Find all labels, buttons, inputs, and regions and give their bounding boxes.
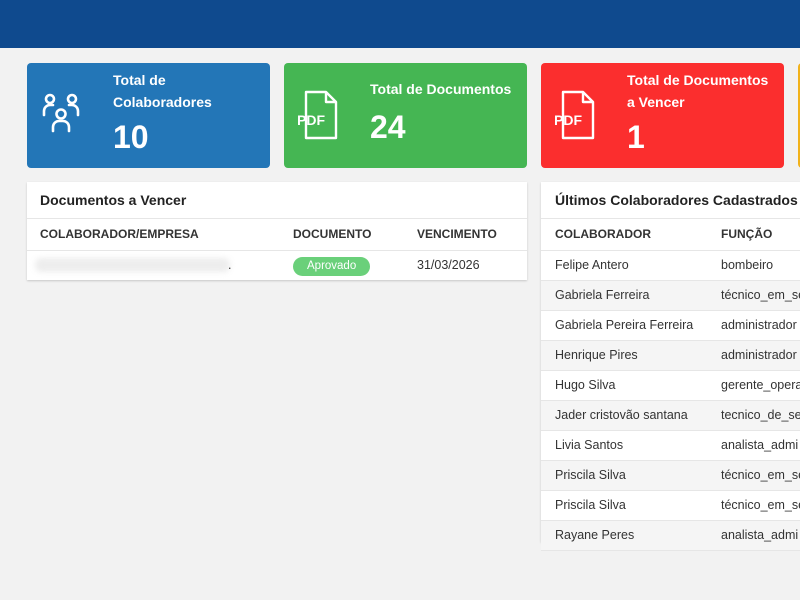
vencimento-cell: 31/03/2026 <box>417 258 480 272</box>
card-title: Total de Colaboradores <box>113 72 212 110</box>
table-row[interactable]: Livia Santos analista_admi <box>541 431 800 461</box>
funcao-cell: técnico_em_se <box>721 288 800 302</box>
colaborador-cell: Henrique Pires <box>555 348 638 362</box>
funcao-cell: analista_admi <box>721 438 799 452</box>
colaborador-cell: Felipe Antero <box>555 258 629 272</box>
funcao-cell: técnico_em_se <box>721 468 800 482</box>
table-row[interactable]: Jader cristovão santana tecnico_de_se <box>541 401 800 431</box>
table-row[interactable]: Rayane Peres analista_admi <box>541 521 800 551</box>
table-row[interactable]: Priscila Silva técnico_em_se <box>541 461 800 491</box>
documento-cell: Aprovado <box>293 251 371 280</box>
pdf-icon: PDF <box>555 90 595 140</box>
colaborador-cell: Priscila Silva <box>555 498 626 512</box>
funcao-cell: administrador <box>721 348 797 362</box>
column-header-colaborador-empresa: COLABORADOR/EMPRESA <box>40 227 199 241</box>
redacted-name <box>35 258 230 272</box>
colaborador-cell: . <box>228 258 232 272</box>
card-value: 10 <box>113 119 149 155</box>
column-header-documento: DOCUMENTO <box>293 227 372 241</box>
colaborador-cell: Priscila Silva <box>555 468 626 482</box>
funcao-cell: tecnico_de_se <box>721 408 800 422</box>
panel-title: Documentos a Vencer <box>27 182 527 219</box>
card-title: Total de Documentos <box>370 81 512 97</box>
colaborador-cell: Gabriela Pereira Ferreira <box>555 318 694 332</box>
panel-documentos-a-vencer: Documentos a Vencer COLABORADOR/EMPRESA … <box>27 182 527 280</box>
colaborador-cell: Rayane Peres <box>555 528 635 542</box>
top-navbar <box>0 0 800 48</box>
colaborador-cell: Jader cristovão santana <box>555 408 688 422</box>
funcao-cell: analista_admi <box>721 528 799 542</box>
table-row[interactable]: Henrique Pires administrador <box>541 341 800 371</box>
table-row[interactable]: . Aprovado 31/03/2026 <box>27 251 527 280</box>
funcao-cell: administrador <box>721 318 797 332</box>
column-header-vencimento: VENCIMENTO <box>417 227 497 241</box>
funcao-cell: bombeiro <box>721 258 774 272</box>
users-icon <box>42 93 80 133</box>
table-row[interactable]: Hugo Silva gerente_opera <box>541 371 800 401</box>
card-total-colaboradores[interactable]: Total de Colaboradores 10 <box>27 63 270 168</box>
colaborador-cell: Livia Santos <box>555 438 624 452</box>
column-header-funcao: FUNÇÃO <box>721 227 773 241</box>
svg-text:PDF: PDF <box>298 112 325 128</box>
panel-ultimos-colaboradores: Últimos Colaboradores Cadastrados COLABO… <box>541 182 800 551</box>
card-title: Total de Documentos a Vencer <box>627 72 769 110</box>
funcao-cell: técnico_em_se <box>721 498 800 512</box>
table-row[interactable]: Felipe Antero bombeiro <box>541 251 800 281</box>
table-row[interactable]: Priscila Silva técnico_em_se <box>541 491 800 521</box>
card-value: 24 <box>370 109 406 145</box>
status-badge: Aprovado <box>293 257 371 276</box>
funcao-cell: gerente_opera <box>721 378 800 392</box>
table-body: Felipe Antero bombeiro Gabriela Ferreira… <box>541 251 800 551</box>
card-documentos-a-vencer[interactable]: PDF Total de Documentos a Vencer 1 <box>541 63 784 168</box>
colaborador-cell: Hugo Silva <box>555 378 616 392</box>
card-value: 1 <box>627 119 645 155</box>
card-total-documentos[interactable]: PDF Total de Documentos 24 <box>284 63 527 168</box>
column-header-colaborador: COLABORADOR <box>555 227 651 241</box>
table-row[interactable]: Gabriela Ferreira técnico_em_se <box>541 281 800 311</box>
table-header: COLABORADOR FUNÇÃO <box>541 219 800 251</box>
table-header: COLABORADOR/EMPRESA DOCUMENTO VENCIMENTO <box>27 219 527 251</box>
table-row[interactable]: Gabriela Pereira Ferreira administrador <box>541 311 800 341</box>
panel-title: Últimos Colaboradores Cadastrados <box>541 182 800 219</box>
pdf-icon: PDF <box>298 90 338 140</box>
svg-text:PDF: PDF <box>555 112 582 128</box>
colaborador-cell: Gabriela Ferreira <box>555 288 650 302</box>
